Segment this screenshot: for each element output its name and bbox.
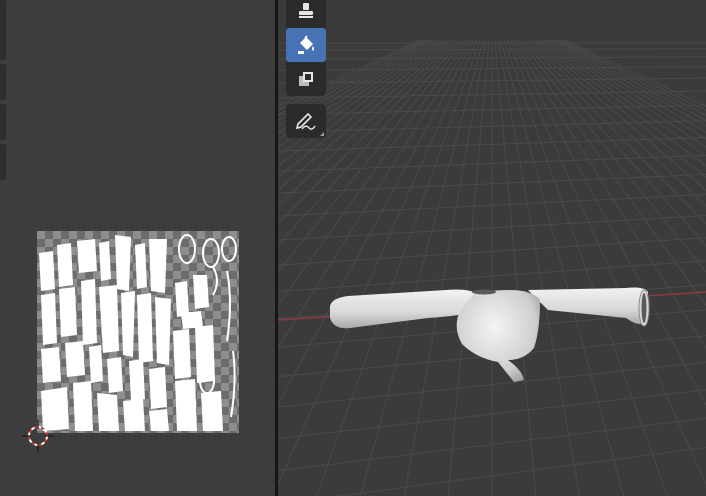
annotate-tool-button[interactable] — [286, 104, 326, 138]
pencil-annotate-icon — [295, 112, 316, 130]
uv-texture-image[interactable] — [37, 231, 239, 433]
region-tab[interactable] — [0, 104, 6, 140]
shirt-mesh-object[interactable] — [330, 287, 650, 383]
stamp-icon — [299, 3, 313, 18]
uv-islands — [39, 234, 237, 431]
region-tab[interactable] — [0, 0, 6, 60]
paint-bucket-icon — [298, 35, 314, 54]
region-tab[interactable] — [0, 144, 6, 180]
image-editor-area[interactable] — [0, 0, 275, 496]
clone-tool-button[interactable] — [286, 62, 326, 96]
3d-viewport[interactable] — [278, 0, 706, 496]
floor-grid — [278, 39, 706, 496]
region-tab[interactable] — [0, 64, 6, 100]
tool-shelf — [286, 0, 326, 142]
clone-icon — [299, 72, 313, 86]
fill-tool-button[interactable] — [286, 28, 326, 62]
stamp-tool-button[interactable] — [286, 0, 326, 28]
2d-cursor-icon[interactable] — [22, 420, 54, 452]
tool-options-indicator — [320, 132, 324, 136]
